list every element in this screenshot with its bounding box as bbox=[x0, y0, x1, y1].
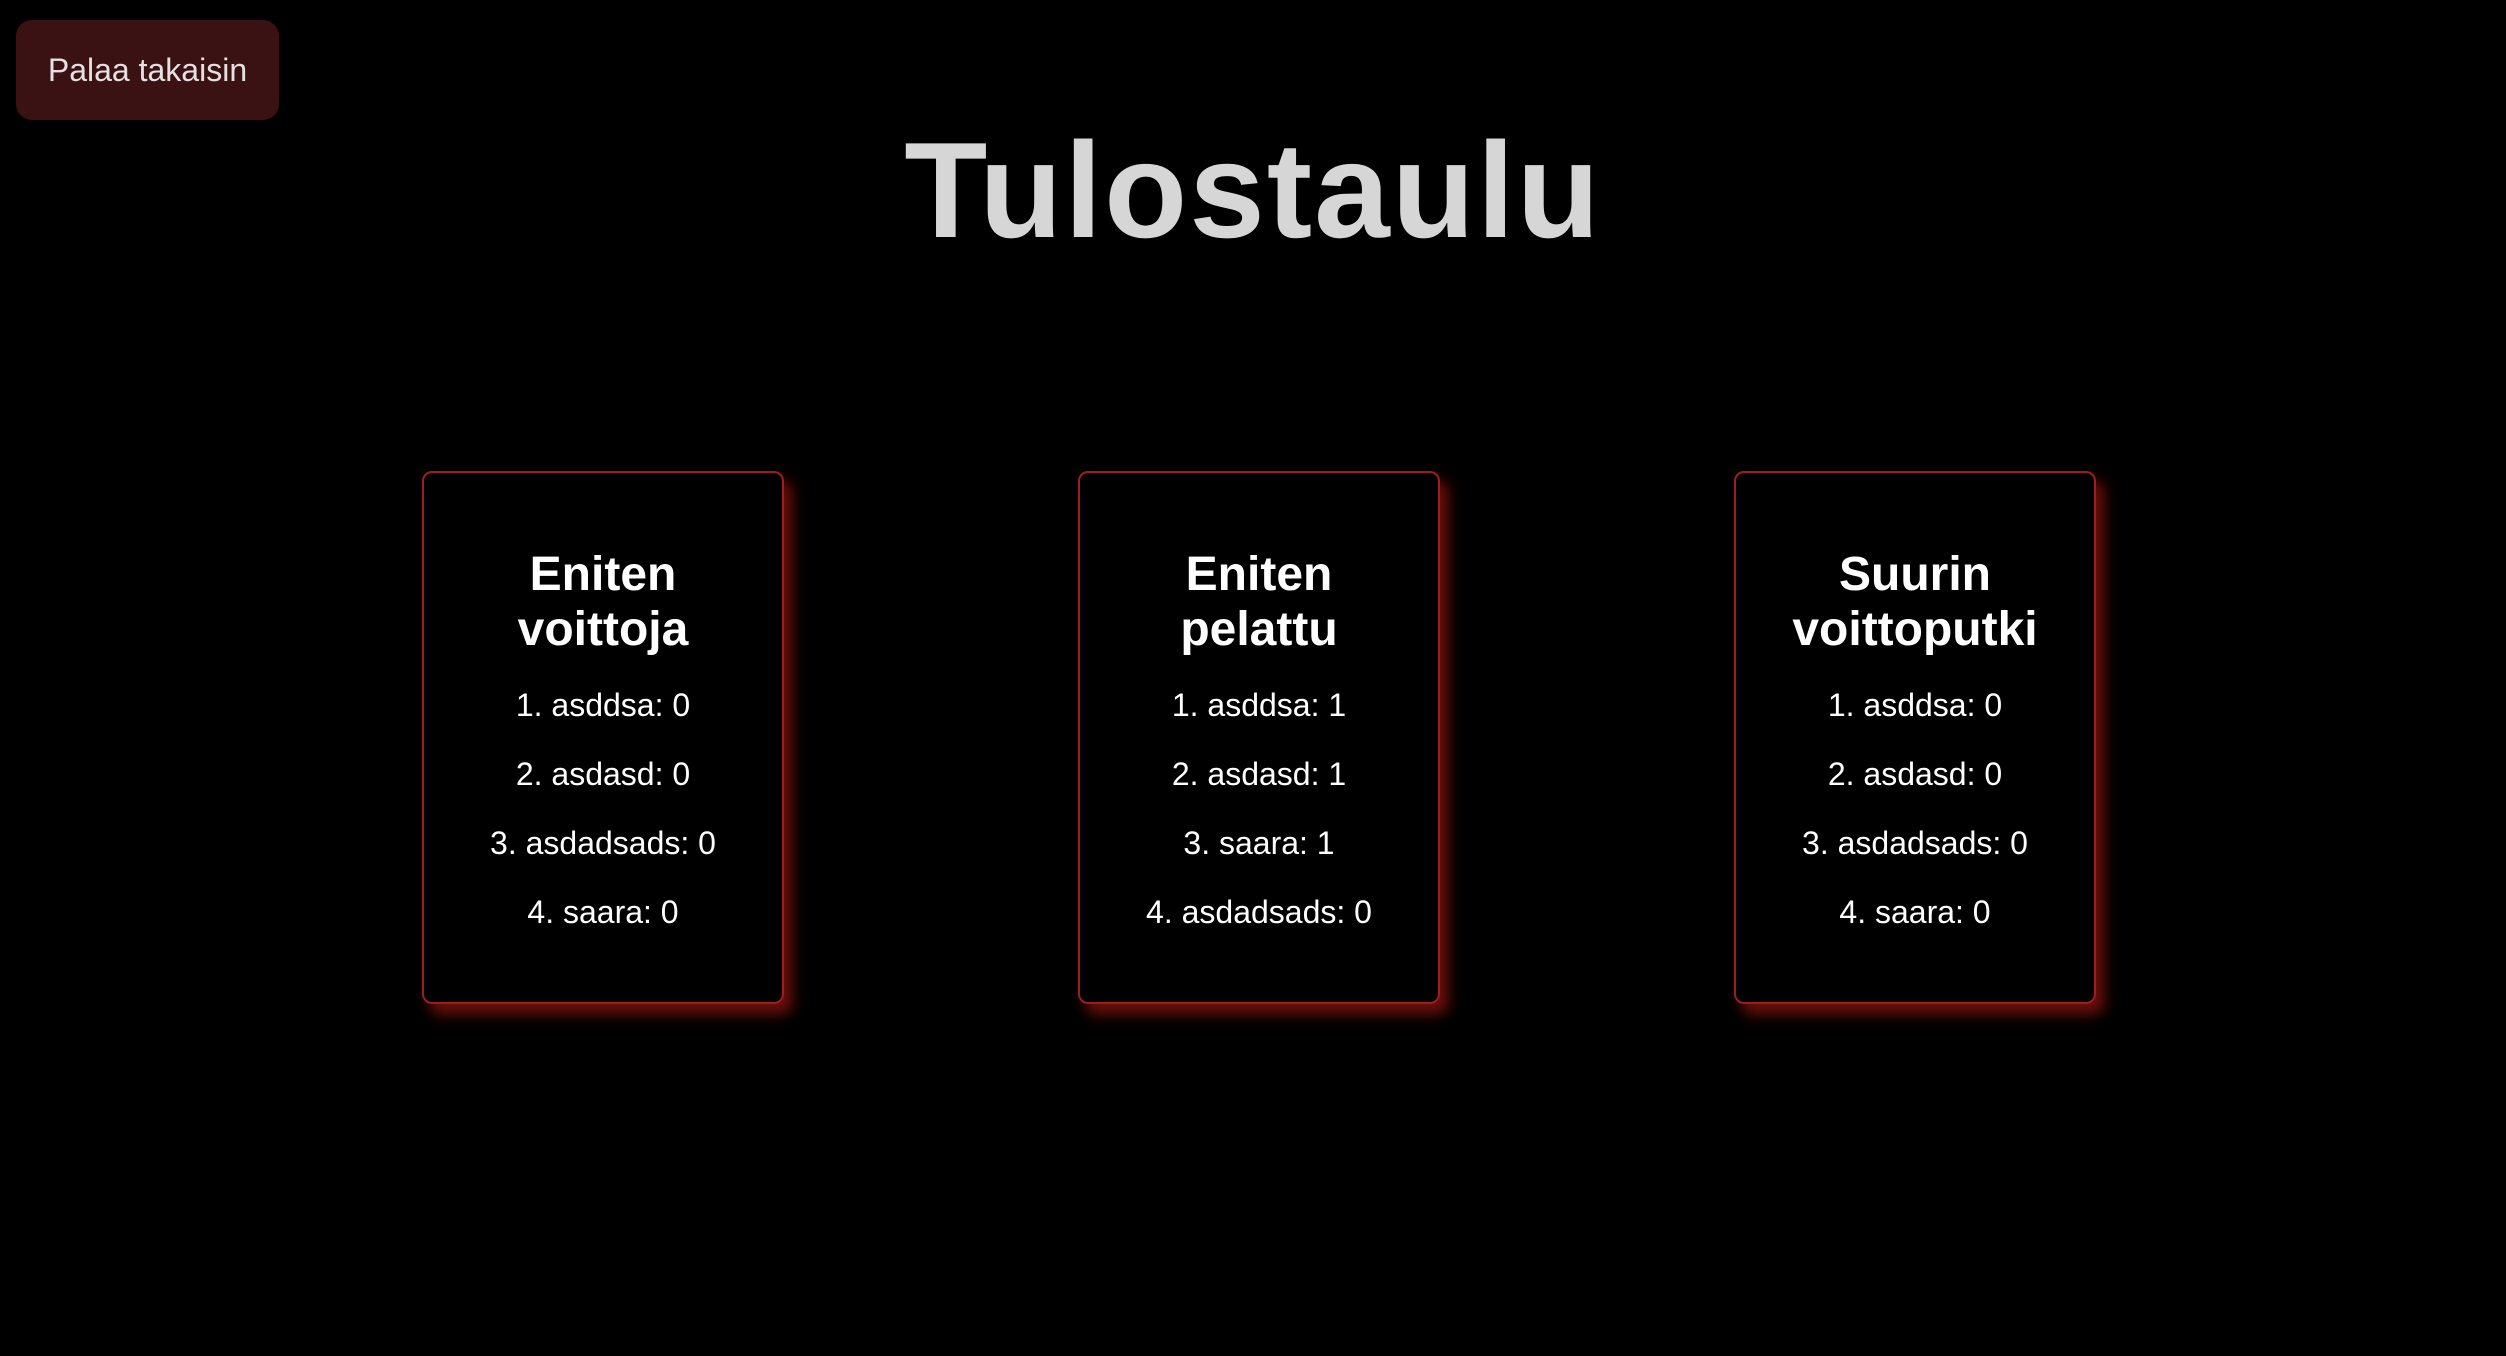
card-title-line: Eniten bbox=[1185, 548, 1333, 601]
list-item: 2. asdasd: 1 bbox=[1171, 756, 1347, 792]
card-title: Eniten voittoja bbox=[424, 547, 782, 657]
ranking-list: 1. asddsa: 0 2. asdasd: 0 3. asdadsads: … bbox=[424, 687, 782, 963]
card-title-line: pelattu bbox=[1180, 603, 1338, 656]
card-title-line: voittoputki bbox=[1792, 603, 2038, 656]
card-longest-win-streak: Suurin voittoputki 1. asddsa: 0 2. asdas… bbox=[1734, 471, 2096, 1004]
list-item: 2. asdasd: 0 bbox=[515, 756, 691, 792]
card-most-wins: Eniten voittoja 1. asddsa: 0 2. asdasd: … bbox=[422, 471, 784, 1004]
list-item: 3. asdadsads: 0 bbox=[1802, 825, 2028, 861]
ranking-list: 1. asddsa: 0 2. asdasd: 0 3. asdadsads: … bbox=[1736, 687, 2094, 963]
card-title-line: voittoja bbox=[517, 603, 689, 656]
list-item: 4. saara: 0 bbox=[527, 894, 679, 930]
list-item: 3. asdadsads: 0 bbox=[490, 825, 716, 861]
list-item: 3. saara: 1 bbox=[1183, 825, 1335, 861]
leaderboard-page: Palaa takaisin Tulostaulu Eniten voittoj… bbox=[0, 0, 2506, 1356]
page-title: Tulostaulu bbox=[904, 114, 1602, 266]
card-title-line: Eniten bbox=[529, 548, 677, 601]
ranking-list: 1. asddsa: 1 2. asdasd: 1 3. saara: 1 4.… bbox=[1080, 687, 1438, 963]
list-item: 4. saara: 0 bbox=[1839, 894, 1991, 930]
card-title: Suurin voittoputki bbox=[1736, 547, 2094, 657]
card-title-line: Suurin bbox=[1839, 548, 1991, 601]
card-title: Eniten pelattu bbox=[1080, 547, 1438, 657]
list-item: 1. asddsa: 1 bbox=[1171, 687, 1347, 723]
list-item: 1. asddsa: 0 bbox=[515, 687, 691, 723]
list-item: 2. asdasd: 0 bbox=[1827, 756, 2003, 792]
list-item: 4. asdadsads: 0 bbox=[1146, 894, 1372, 930]
list-item: 1. asddsa: 0 bbox=[1827, 687, 2003, 723]
card-most-played: Eniten pelattu 1. asddsa: 1 2. asdasd: 1… bbox=[1078, 471, 1440, 1004]
back-button[interactable]: Palaa takaisin bbox=[16, 20, 279, 120]
